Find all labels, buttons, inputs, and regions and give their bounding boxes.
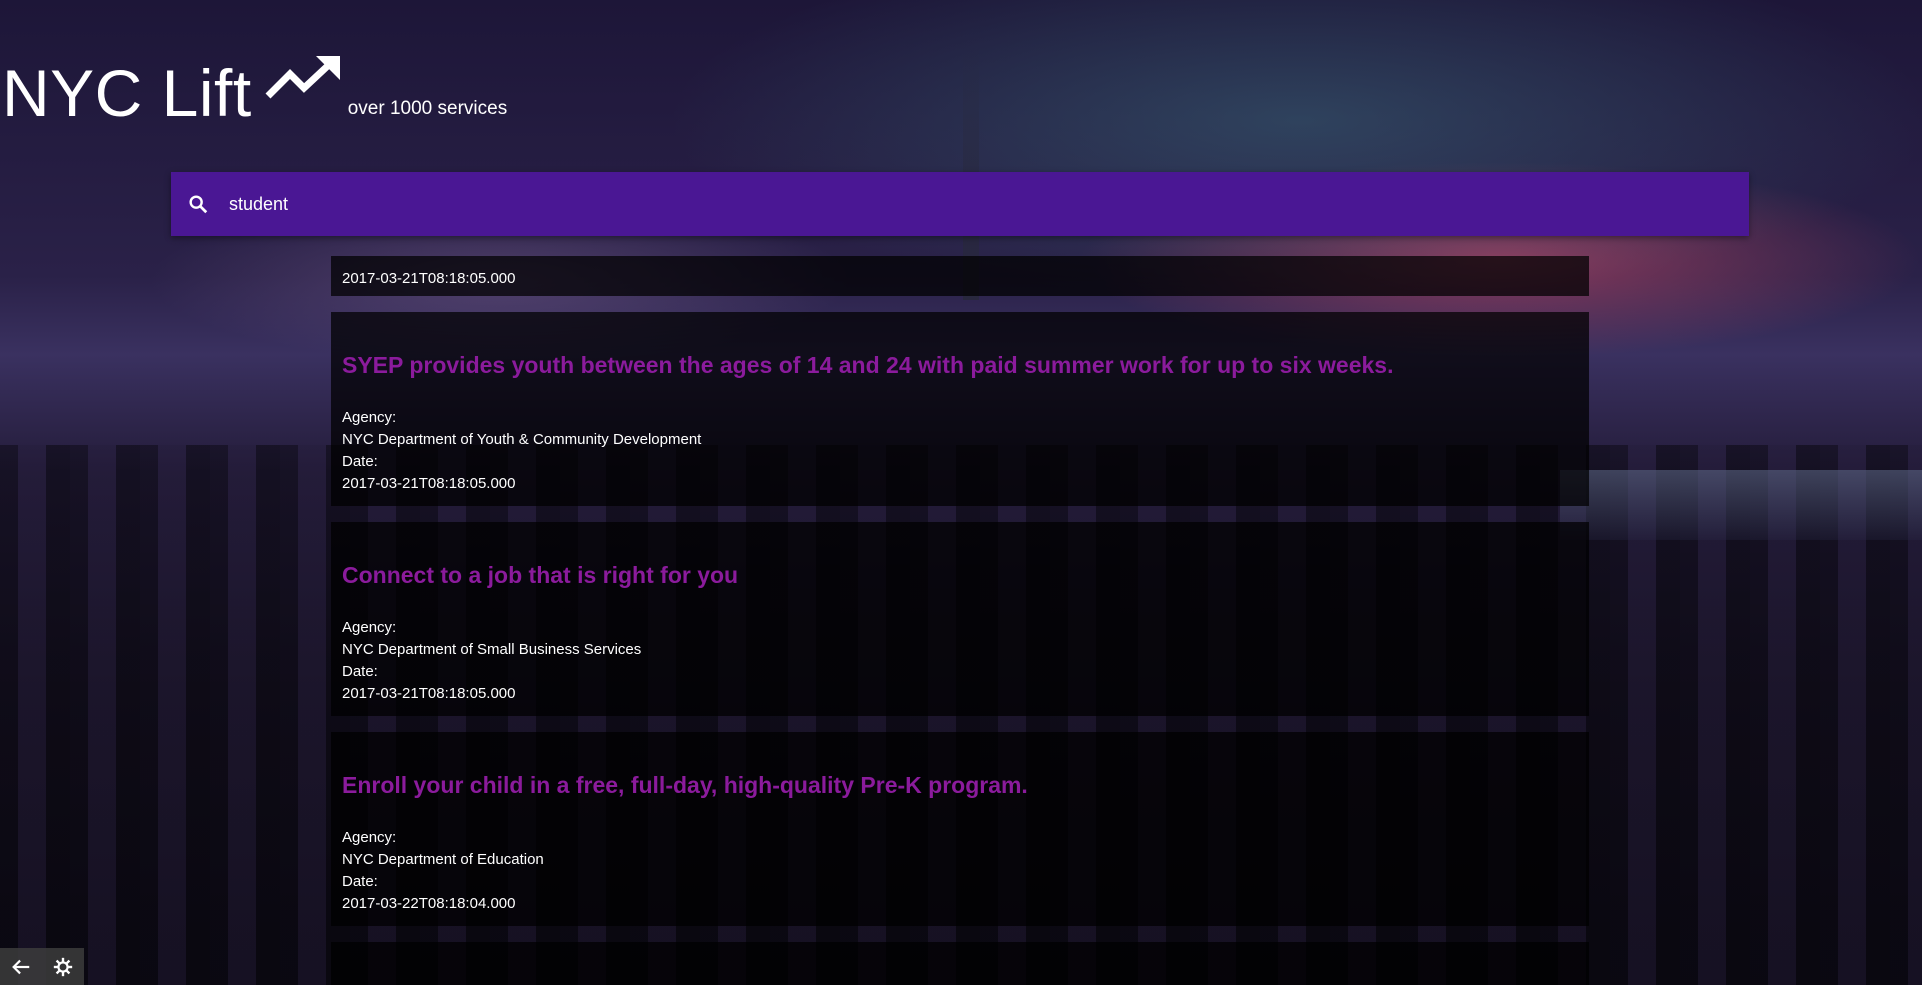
date-label: Date: [342,873,378,890]
result-card[interactable]: SYEP provides youth between the ages of … [331,312,1589,506]
date-label: Date: [342,663,378,680]
result-title[interactable]: Connect to a job that is right for you [331,522,1589,589]
trending-up-icon [265,56,340,99]
header: NYC Lift over 1000 services [0,52,507,126]
search-bar[interactable] [171,172,1749,236]
search-icon[interactable] [187,193,209,215]
result-card-partial[interactable] [331,942,1589,985]
result-agency: NYC Department of Youth & Community Deve… [342,431,702,448]
result-card[interactable]: Enroll your child in a free, full-day, h… [331,732,1589,926]
result-date: 2017-03-21T08:18:05.000 [342,685,516,702]
tagline: over 1000 services [347,98,508,119]
result-title[interactable]: SYEP provides youth between the ages of … [331,312,1589,379]
river [1560,470,1922,540]
app-title: NYC Lift [2,56,252,130]
date-label: Date: [342,453,378,470]
result-agency: NYC Department of Education [342,851,544,868]
result-card[interactable]: 2017-03-21T08:18:05.000 [331,256,1589,296]
result-date: 2017-03-21T08:18:05.000 [342,270,516,287]
result-title[interactable]: Enroll your child in a free, full-day, h… [331,732,1589,799]
result-agency: NYC Department of Small Business Service… [342,641,642,658]
agency-label: Agency: [342,829,397,846]
result-card[interactable]: Connect to a job that is right for you A… [331,522,1589,716]
corner-toolbar [0,948,84,985]
result-date: 2017-03-21T08:18:05.000 [342,475,516,492]
results-list[interactable]: 2017-03-21T08:18:05.000 SYEP provides yo… [331,256,1589,985]
arrow-back-icon[interactable] [10,956,32,978]
agency-label: Agency: [342,619,397,636]
gear-icon[interactable] [52,956,74,978]
agency-label: Agency: [342,409,397,426]
result-date: 2017-03-22T08:18:04.000 [342,895,516,912]
search-input[interactable] [227,192,1631,216]
